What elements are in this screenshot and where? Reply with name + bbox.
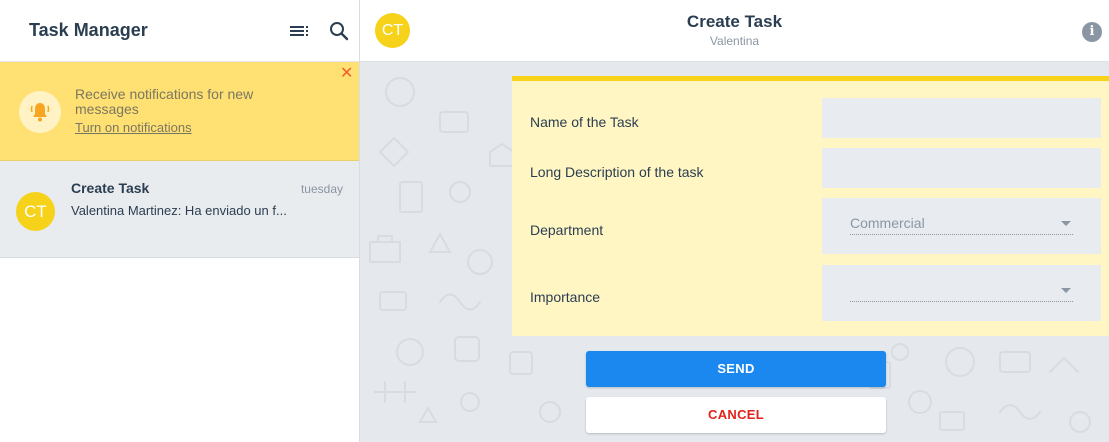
- conversation-header: CT Create Task Valentina i: [360, 0, 1109, 62]
- task-description-label: Long Description of the task: [530, 164, 704, 180]
- sidebar: Task Manager Receive notifications for n…: [0, 0, 360, 442]
- avatar: CT: [16, 192, 55, 231]
- department-select[interactable]: Commercial: [822, 198, 1101, 254]
- importance-label: Importance: [530, 289, 601, 305]
- task-name-input[interactable]: [822, 98, 1101, 138]
- chat-timestamp: tuesday: [300, 182, 343, 196]
- task-name-label: Name of the Task: [530, 114, 639, 130]
- send-button[interactable]: SEND: [586, 351, 886, 387]
- task-description-input[interactable]: [822, 148, 1101, 188]
- conversation-panel: CT Create Task Valentina i Name of the T…: [360, 0, 1109, 442]
- app-title: Task Manager: [29, 20, 148, 40]
- bell-icon: [19, 91, 61, 133]
- notification-message: Receive notifications for new messages: [75, 86, 254, 117]
- search-icon[interactable]: [327, 19, 351, 43]
- sidebar-header: Task Manager: [0, 0, 359, 62]
- chat-list-item[interactable]: CT Create Task tuesday Valentina Martine…: [0, 161, 359, 258]
- conversation-title: Create Task: [686, 12, 783, 31]
- importance-select[interactable]: [822, 265, 1101, 321]
- notification-banner: Receive notifications for new messages T…: [0, 62, 359, 161]
- cancel-button[interactable]: CANCEL: [586, 397, 886, 433]
- task-form: Name of the Task Long Description of the…: [512, 76, 1109, 336]
- select-underline: [850, 234, 1073, 235]
- chevron-down-icon: [1061, 221, 1071, 226]
- turn-on-notifications-link[interactable]: Turn on notifications: [75, 120, 192, 135]
- chat-preview: Valentina Martinez: Ha enviado un f...: [71, 203, 287, 218]
- chevron-down-icon: [1061, 288, 1071, 293]
- department-label: Department: [530, 222, 604, 238]
- close-icon[interactable]: ✕: [340, 66, 353, 82]
- conversation-subtitle: Valentina: [709, 34, 760, 48]
- info-icon[interactable]: i: [1082, 22, 1102, 42]
- chat-title: Create Task: [71, 180, 150, 196]
- department-value: Commercial: [850, 215, 925, 231]
- menu-icon[interactable]: [287, 19, 311, 43]
- select-underline: [850, 301, 1073, 302]
